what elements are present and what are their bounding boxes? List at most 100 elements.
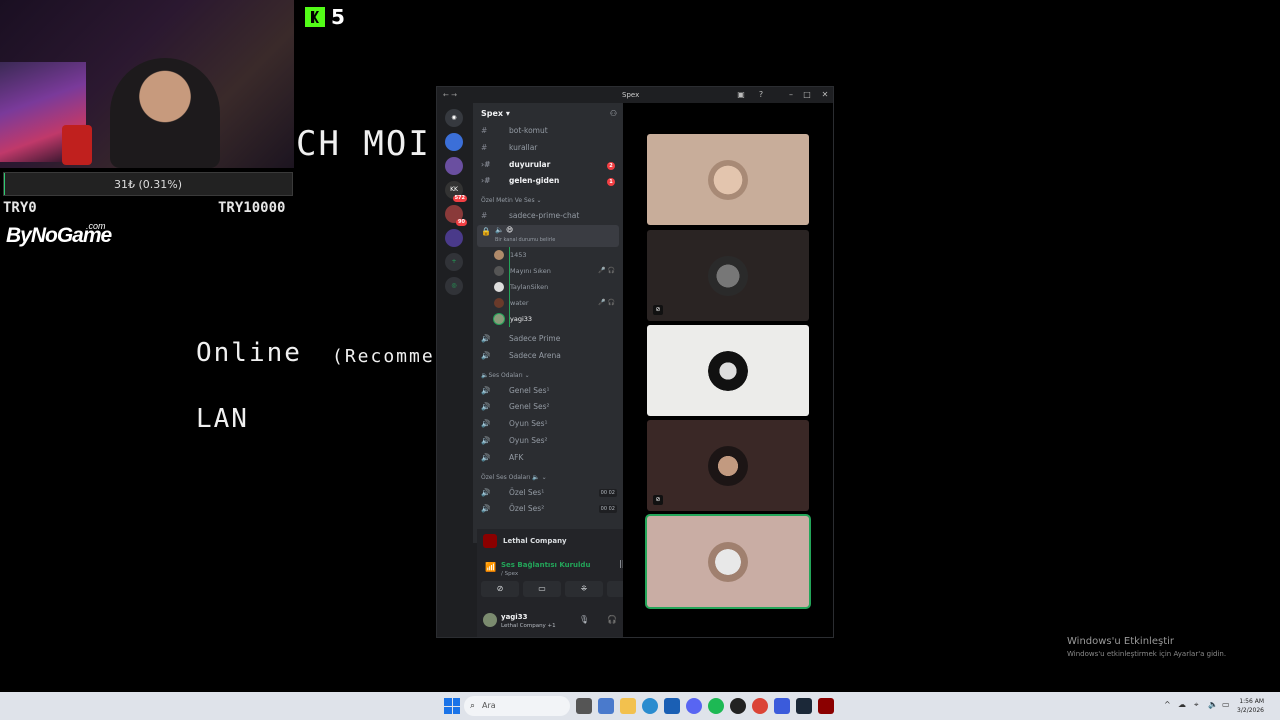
server-icon[interactable]: KK 572 [445,181,467,202]
server-badge: 90 [456,219,467,226]
category-private-text[interactable]: Özel Metin Ve Ses ⌄ [473,194,623,208]
server-list: ◉ KK 572 90 + ◎ [437,103,473,637]
donation-goal-bar: 31₺ (0.31%) [3,172,293,196]
channel-status[interactable]: Bir kanal durumu belirle [495,237,555,243]
voice-member[interactable]: TaylanSiken [473,279,623,295]
red-object [62,125,92,165]
voice-member[interactable]: 1453 [473,247,623,263]
video-tile[interactable]: ⊘ [647,420,809,511]
onedrive-icon[interactable]: ☁ [1178,700,1186,709]
channel-label: Genel Ses² [509,402,550,412]
channel-duyurular[interactable]: ›# duyurular 2 [473,157,623,174]
text-channel-icon: # [481,211,488,221]
add-server-icon[interactable]: + [445,253,463,271]
invite-icon[interactable]: ⚇ [610,103,617,125]
signal-icon[interactable]: 📶 [485,563,496,573]
taskbar-search[interactable]: ⌕ Ara [464,696,570,716]
spotify-icon[interactable] [708,698,724,714]
avatar[interactable] [483,613,497,627]
category-label: Özel Metin Ve Ses [481,197,535,205]
category-private-voice[interactable]: Özel Ses Odaları 🔈 ⌄ [473,471,623,485]
help-icon[interactable]: ? [755,87,767,103]
channel-bot-komut[interactable]: # bot-komut [473,123,623,140]
voice-channel-genel-ses-1[interactable]: 🔊 Genel Ses¹ [473,383,623,400]
lethal-company-taskbar-icon[interactable] [818,698,834,714]
voice-channel-sadece-arena[interactable]: 🔊 Sadece Arena [473,348,623,365]
voice-status-text[interactable]: Ses Bağlantısı Kuruldu [501,561,590,569]
muted-indicator-icon: ⊘ [653,495,663,505]
participant-avatar [708,256,748,296]
voice-member[interactable]: yagi33 [473,311,623,327]
search-placeholder: Ara [482,701,496,710]
video-tile[interactable] [647,134,809,225]
window-title: Spex [622,91,640,99]
explore-icon[interactable]: ◎ [445,277,463,295]
maximize-icon[interactable]: □ [801,87,813,103]
clock[interactable]: 1:56 AM 3/2/2026 [1232,697,1264,715]
voice-channel-oyun-ses-2[interactable]: 🔊 Oyun Ses² [473,433,623,450]
voice-channel-icon: 🔊 [481,402,491,412]
volume-icon[interactable]: 🔈 [1208,700,1218,709]
activities-button[interactable]: ⁜ [565,581,603,597]
server-icon[interactable]: 90 [445,205,467,226]
server-icon[interactable] [445,133,463,151]
voice-channel-afk[interactable]: 🔊 AFK [473,450,623,467]
screen-share-button[interactable]: ▭ [523,581,561,597]
video-tile[interactable] [647,325,809,416]
battery-icon[interactable]: ▭ [1222,700,1230,709]
voice-channel-path[interactable]: / Spex [501,571,518,577]
active-voice-channel[interactable]: 🔒 🔈 😄 Bir kanal durumu belirle [477,224,619,247]
channel-gelen-giden[interactable]: ›# gelen-giden 1 [473,173,623,190]
windows-activation-watermark: Windows'u Etkinleştir Windows'u etkinleş… [1067,636,1267,658]
video-tile[interactable]: ⊘ [647,230,809,321]
steam-icon[interactable] [796,698,812,714]
close-icon[interactable]: ✕ [819,87,831,103]
file-explorer-icon[interactable] [620,698,636,714]
channel-sadece-prime-chat[interactable]: # sadece-prime-chat [473,208,623,225]
inbox-icon[interactable]: ▣ [735,87,747,103]
game-menu-online[interactable]: Online [196,338,302,368]
task-view-icon[interactable] [576,698,592,714]
category-voice-rooms[interactable]: 🔈Ses Odaları ⌄ [473,369,623,383]
discord-window: ← → Spex ▣ ? – □ ✕ ◉ KK 572 90 + ◎ Spex … [436,86,834,638]
copilot-icon[interactable] [598,698,614,714]
channel-kurallar[interactable]: # kurallar [473,140,623,157]
server-icon[interactable] [445,157,463,175]
member-name: 1453 [510,250,527,259]
network-icon[interactable]: ⌖ [1194,700,1199,710]
member-name: Mayını Sıken [510,266,551,275]
avatar [494,265,504,276]
voice-channel-sadece-prime[interactable]: 🔊 Sadece Prime [473,331,623,348]
camera-off-button[interactable]: ⊘ [481,581,519,597]
voice-channel-ozel-ses-2[interactable]: 🔊 Özel Ses² 00 02 [473,501,623,518]
voice-channel-oyun-ses-1[interactable]: 🔊 Oyun Ses¹ [473,416,623,433]
chrome-icon[interactable] [752,698,768,714]
discord-home-icon[interactable]: ◉ [445,109,463,127]
headphones-icon[interactable]: 🎧 [607,615,617,624]
voice-member[interactable]: water 🎤 🎧 [473,295,623,311]
store-icon[interactable] [664,698,680,714]
microphone-icon[interactable]: 🎙 [579,615,589,624]
username[interactable]: yagi33 [501,613,527,621]
tray-overflow-icon[interactable]: ^ [1164,700,1171,709]
channel-sidebar: Spex ▾ ⚇ # bot-komut # kurallar ›# duyurula… [473,103,623,543]
edge-icon[interactable] [642,698,658,714]
minimize-icon[interactable]: – [785,87,797,103]
video-tile[interactable] [647,516,809,607]
voice-channel-icon: 🔊 [481,487,491,497]
server-header[interactable]: Spex ▾ ⚇ [473,103,623,125]
voice-channel-genel-ses-2[interactable]: 🔊 Genel Ses² [473,399,623,416]
mention-badge: 2 [607,161,615,170]
back-forward-icon[interactable]: ← → [443,87,457,103]
voice-channel-ozel-ses-1[interactable]: 🔊 Özel Ses¹ 00 02 [473,485,623,502]
discord-taskbar-icon[interactable] [686,698,702,714]
start-button[interactable] [444,698,460,714]
app-icon[interactable] [774,698,790,714]
obs-icon[interactable] [730,698,746,714]
goal-min-label: TRY0 [3,200,37,216]
voice-member[interactable]: Mayını Sıken 🎤 🎧 [473,263,623,279]
game-menu-lan[interactable]: LAN [196,404,249,434]
viewer-count: 5 [331,5,345,29]
server-icon[interactable] [445,229,463,247]
channel-label: sadece-prime-chat [509,211,580,221]
